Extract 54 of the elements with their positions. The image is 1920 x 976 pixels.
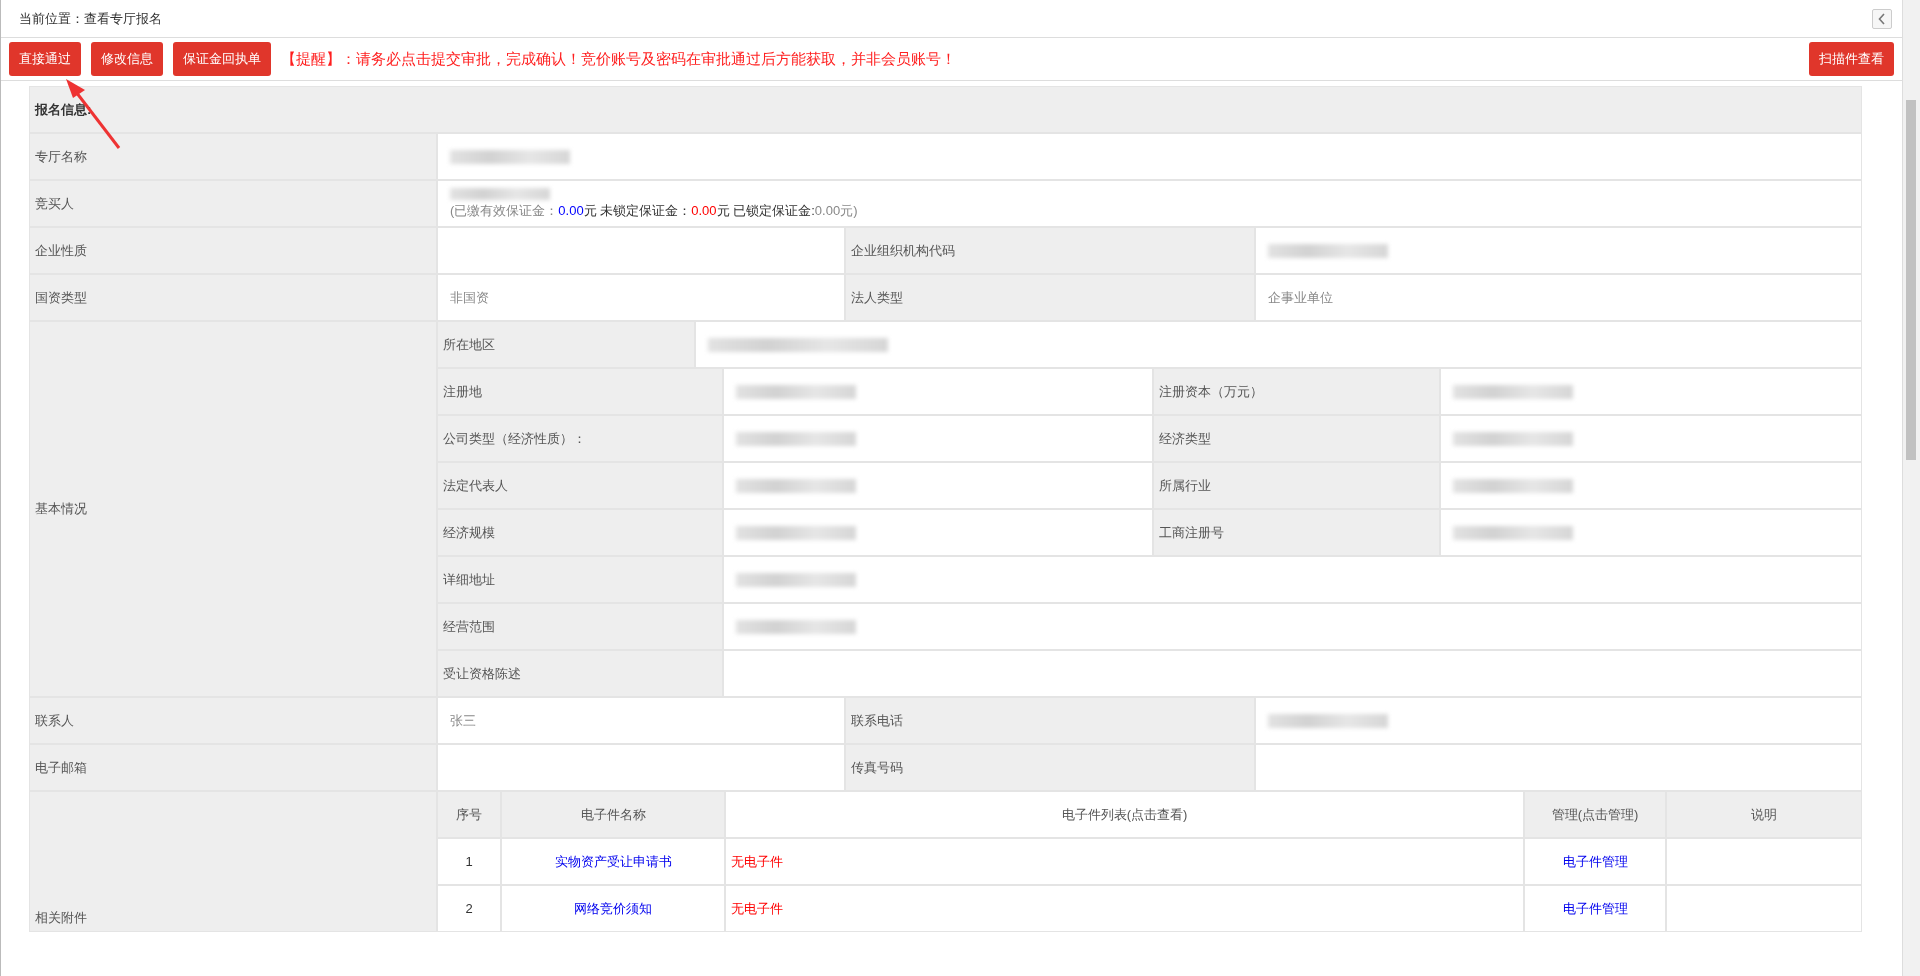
table-cell: 2 (438, 886, 500, 931)
field-value: 非国资 (438, 275, 844, 320)
field-label: 电子邮箱 (30, 745, 436, 790)
table-cell: 无电子件 (726, 839, 1523, 884)
field-label: 所属行业 (1154, 463, 1439, 508)
field-label: 经济规模 (438, 510, 722, 555)
scrollbar[interactable] (1902, 0, 1920, 976)
field-label: 工商注册号 (1154, 510, 1439, 555)
field-label: 传真号码 (846, 745, 1254, 790)
table-cell: 1 (438, 839, 500, 884)
deposit-text: 元 未锁定保证金： (583, 202, 692, 218)
field-label: 企业性质 (30, 228, 436, 273)
field-label: 国资类型 (30, 275, 436, 320)
column-header: 说明 (1667, 792, 1861, 837)
column-header: 电子件列表(点击查看) (726, 792, 1523, 837)
field-label: 企业组织机构代码 (846, 228, 1254, 273)
column-header: 管理(点击管理) (1525, 792, 1665, 837)
toolbar-button[interactable]: 修改信息 (91, 42, 163, 76)
toolbar-button[interactable]: 直接通过 (9, 42, 81, 76)
deposit-text: 0.00 (691, 202, 717, 218)
field-label: 注册地 (438, 369, 722, 414)
field-label: 所在地区 (438, 322, 694, 367)
field-label: 详细地址 (438, 557, 722, 602)
toolbar-button[interactable]: 保证金回执单 (173, 42, 271, 76)
attachment-link[interactable]: 实物资产受让申请书 (502, 839, 724, 884)
field-label: 联系电话 (846, 698, 1254, 743)
chevron-left-icon (1878, 12, 1886, 25)
field-label: 相关附件 (30, 792, 436, 931)
field-label: 基本情况 (30, 322, 436, 696)
attachment-link[interactable]: 网络竞价须知 (502, 886, 724, 931)
deposit-text: 元 已锁定保证金: (716, 202, 815, 218)
field-label: 受让资格陈述 (438, 651, 722, 696)
field-value: 张三 (438, 698, 844, 743)
manage-link[interactable]: 电子件管理 (1525, 839, 1665, 884)
table-cell: 无电子件 (726, 886, 1523, 931)
field-label: 公司类型（经济性质）： (438, 416, 722, 461)
field-label: 法定代表人 (438, 463, 722, 508)
field-label: 法人类型 (846, 275, 1254, 320)
deposit-text: 0.00 (558, 202, 584, 218)
field-label: 注册资本（万元） (1154, 369, 1439, 414)
field-label: 经济类型 (1154, 416, 1439, 461)
field-label: 经营范围 (438, 604, 722, 649)
collapse-button[interactable] (1872, 8, 1892, 29)
field-value: 企事业单位 (1256, 275, 1861, 320)
deposit-text: (已缴有效保证金： (450, 202, 559, 218)
field-label: 竞买人 (30, 181, 436, 226)
column-header: 电子件名称 (502, 792, 724, 837)
manage-link[interactable]: 电子件管理 (1525, 886, 1665, 931)
field-label: 联系人 (30, 698, 436, 743)
notice-text: 【提醒】：请务必点击提交审批，完成确认！竞价账号及密码在审批通过后方能获取，并非会员账号！ (281, 49, 956, 69)
scan-view-button[interactable]: 扫描件查看 (1809, 42, 1894, 76)
breadcrumb: 当前位置：查看专厅报名 (19, 9, 162, 28)
column-header: 序号 (438, 792, 500, 837)
field-label: 专厅名称 (30, 134, 436, 179)
